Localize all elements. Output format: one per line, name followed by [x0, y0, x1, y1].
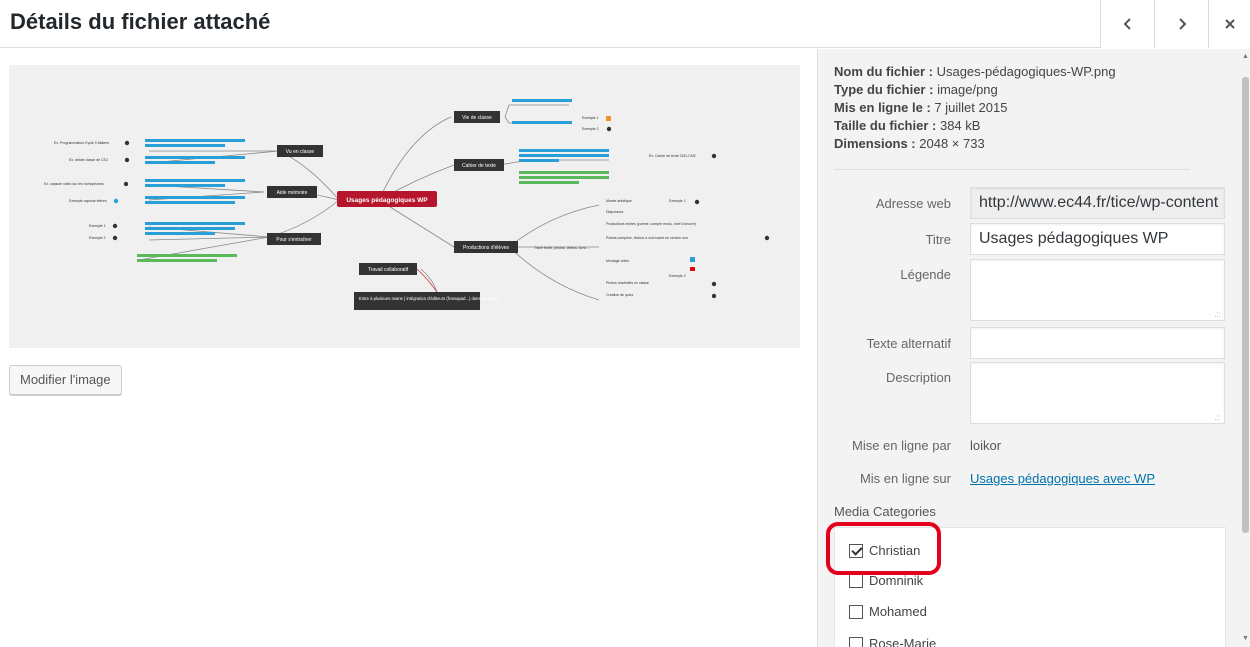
- category-label: Mohamed: [869, 604, 927, 619]
- checkbox-icon[interactable]: [849, 573, 863, 588]
- mindmap-center-node: Usages pédagogiques WP: [346, 197, 428, 204]
- checkbox-icon[interactable]: [849, 604, 863, 619]
- category-domninik[interactable]: Domninik: [849, 573, 923, 588]
- leaf-prod-mid: Trace écrite, photos, vidéos, sons ...: [534, 246, 590, 250]
- leaf-prod-ex1: Exemple 1: [669, 199, 686, 203]
- category-label: Christian: [869, 543, 921, 558]
- node-pour-s-entrainer: Pour s'entraîner: [276, 237, 312, 243]
- file-name-value: Usages-pédagogiques-WP.png: [936, 64, 1116, 79]
- title-field[interactable]: Usages pédagogiques WP: [970, 223, 1225, 255]
- node-productions-eleves: Productions d'élèves: [463, 245, 509, 251]
- leaf-prod-7: Création de quizz: [606, 293, 633, 297]
- category-mohamed[interactable]: Mohamed: [849, 604, 927, 619]
- uploaded-by-label: Mise en ligne par: [852, 438, 951, 453]
- sidebar-scrollbar[interactable]: ▲ ▼: [1241, 49, 1250, 647]
- leaf-pour-1: Exemple 1: [89, 224, 106, 228]
- leaf-prod-4: Poésie,comptine, lecture à voix haute en…: [606, 236, 688, 240]
- media-categories-list: Christian Domninik Mohamed Rose-Marie: [834, 527, 1226, 647]
- resize-grip-icon[interactable]: .::: [1214, 414, 1221, 422]
- scrollbar-thumb[interactable]: [1242, 77, 1249, 533]
- uploaded-to-link[interactable]: Usages pédagogiques avec WP: [970, 471, 1155, 486]
- description-field[interactable]: .::: [970, 362, 1225, 424]
- title-label: Titre: [925, 232, 951, 247]
- modal-header: Détails du fichier attaché: [0, 0, 1250, 48]
- node-vu-en-classe: Vu en classe: [286, 149, 315, 155]
- scroll-down-icon[interactable]: ▼: [1242, 635, 1249, 642]
- alt-text-field[interactable]: [970, 327, 1225, 359]
- leaf-aide-1: Ex. capsule vidéo sur les homophones: [44, 182, 104, 186]
- mindmap-preview-image: Usages pédagogiques WP Vie de classe Vu …: [9, 65, 800, 348]
- previous-button[interactable]: [1100, 0, 1154, 48]
- chevron-right-icon: [1178, 18, 1186, 30]
- leaf-pour-2: Exemple 2: [89, 236, 106, 240]
- chevron-left-icon: [1123, 18, 1131, 30]
- file-type-label: Type du fichier :: [834, 82, 934, 97]
- resize-grip-icon[interactable]: .::: [1214, 311, 1221, 319]
- close-icon: [1224, 19, 1235, 29]
- divider: [834, 169, 1190, 170]
- description-label: Description: [885, 370, 951, 385]
- leaf-vu-2: Ex. article classe de CE2: [69, 158, 108, 162]
- edit-image-button[interactable]: Modifier l'image: [9, 365, 122, 395]
- next-button[interactable]: [1154, 0, 1208, 48]
- url-field[interactable]: http://www.ec44.fr/tice/wp-content: [970, 187, 1225, 219]
- node-cahier-de-texte: Cahier de texte: [462, 163, 496, 169]
- media-categories-title: Media Categories: [834, 504, 936, 519]
- scroll-up-icon[interactable]: ▲: [1242, 53, 1249, 60]
- uploaded-to-label: Mis en ligne sur: [859, 471, 951, 486]
- attachment-details-sidebar: Nom du fichier : Usages-pédagogiques-WP.…: [817, 49, 1241, 647]
- leaf-prod-2: Diaporama: [606, 210, 623, 214]
- checkbox-icon[interactable]: [849, 636, 863, 647]
- file-type-value: image/png: [937, 82, 998, 97]
- modal-title: Détails du fichier attaché: [10, 9, 271, 34]
- leaf-vu-1: Ex. Programmation Cycle 3 Makers: [54, 141, 109, 145]
- category-christian[interactable]: Christian: [849, 543, 920, 558]
- node-vie-de-classe: Vie de classe: [462, 115, 492, 121]
- category-label: Rose-Marie: [869, 636, 937, 647]
- mindmap-image: Usages pédagogiques WP Vie de classe Vu …: [9, 65, 800, 348]
- url-label: Adresse web: [875, 196, 951, 211]
- caption-label: Légende: [900, 267, 951, 282]
- dimensions-label: Dimensions :: [834, 136, 916, 151]
- file-size-label: Taille du fichier :: [834, 118, 937, 133]
- leaf-vie-ex2: Exemple 2: [582, 127, 599, 131]
- dimensions-value: 2048 × 733: [919, 136, 985, 151]
- leaf-aide-2: Exemple capsule élèves: [69, 199, 107, 203]
- category-rose-marie[interactable]: Rose-Marie: [849, 636, 936, 647]
- checkbox-checked-icon[interactable]: [849, 543, 863, 558]
- upload-date-value: 7 juillet 2015: [934, 100, 1008, 115]
- leaf-prod-ex2: Exemple 2: [669, 274, 686, 278]
- alt-text-label: Texte alternatif: [866, 336, 951, 351]
- close-button[interactable]: [1208, 0, 1250, 48]
- uploaded-by-value: loikor: [970, 438, 1002, 453]
- leaf-prod-1: Musée artistique: [606, 199, 632, 203]
- file-name-label: Nom du fichier :: [834, 64, 933, 79]
- leaf-prod-6: Photos d'activités en classe: [606, 281, 649, 285]
- leaf-prod-3: Productions écrites (poème, compte rendu…: [606, 222, 696, 226]
- category-label: Domninik: [869, 573, 924, 588]
- file-size-value: 384 kB: [939, 118, 981, 133]
- node-travail-collaboratif: Travail collaboratif: [368, 267, 409, 273]
- node-entre-plusieurs-mains: Entre à plusieurs mains ( intégration d'…: [359, 296, 500, 301]
- upload-date-label: Mis en ligne le :: [834, 100, 931, 115]
- file-info: Nom du fichier : Usages-pédagogiques-WP.…: [834, 63, 1116, 153]
- media-preview-area: Usages pédagogiques WP Vie de classe Vu …: [0, 49, 816, 647]
- leaf-vie-ex1: Exemple 1: [582, 116, 599, 120]
- node-aide-memoire: Aide mémoire: [277, 190, 308, 196]
- leaf-prod-5: Montage vidéo: [606, 259, 629, 263]
- caption-field[interactable]: .::: [970, 259, 1225, 321]
- leaf-cahier-1: Ex. Cahier de texte CM1-CM2: [649, 154, 696, 158]
